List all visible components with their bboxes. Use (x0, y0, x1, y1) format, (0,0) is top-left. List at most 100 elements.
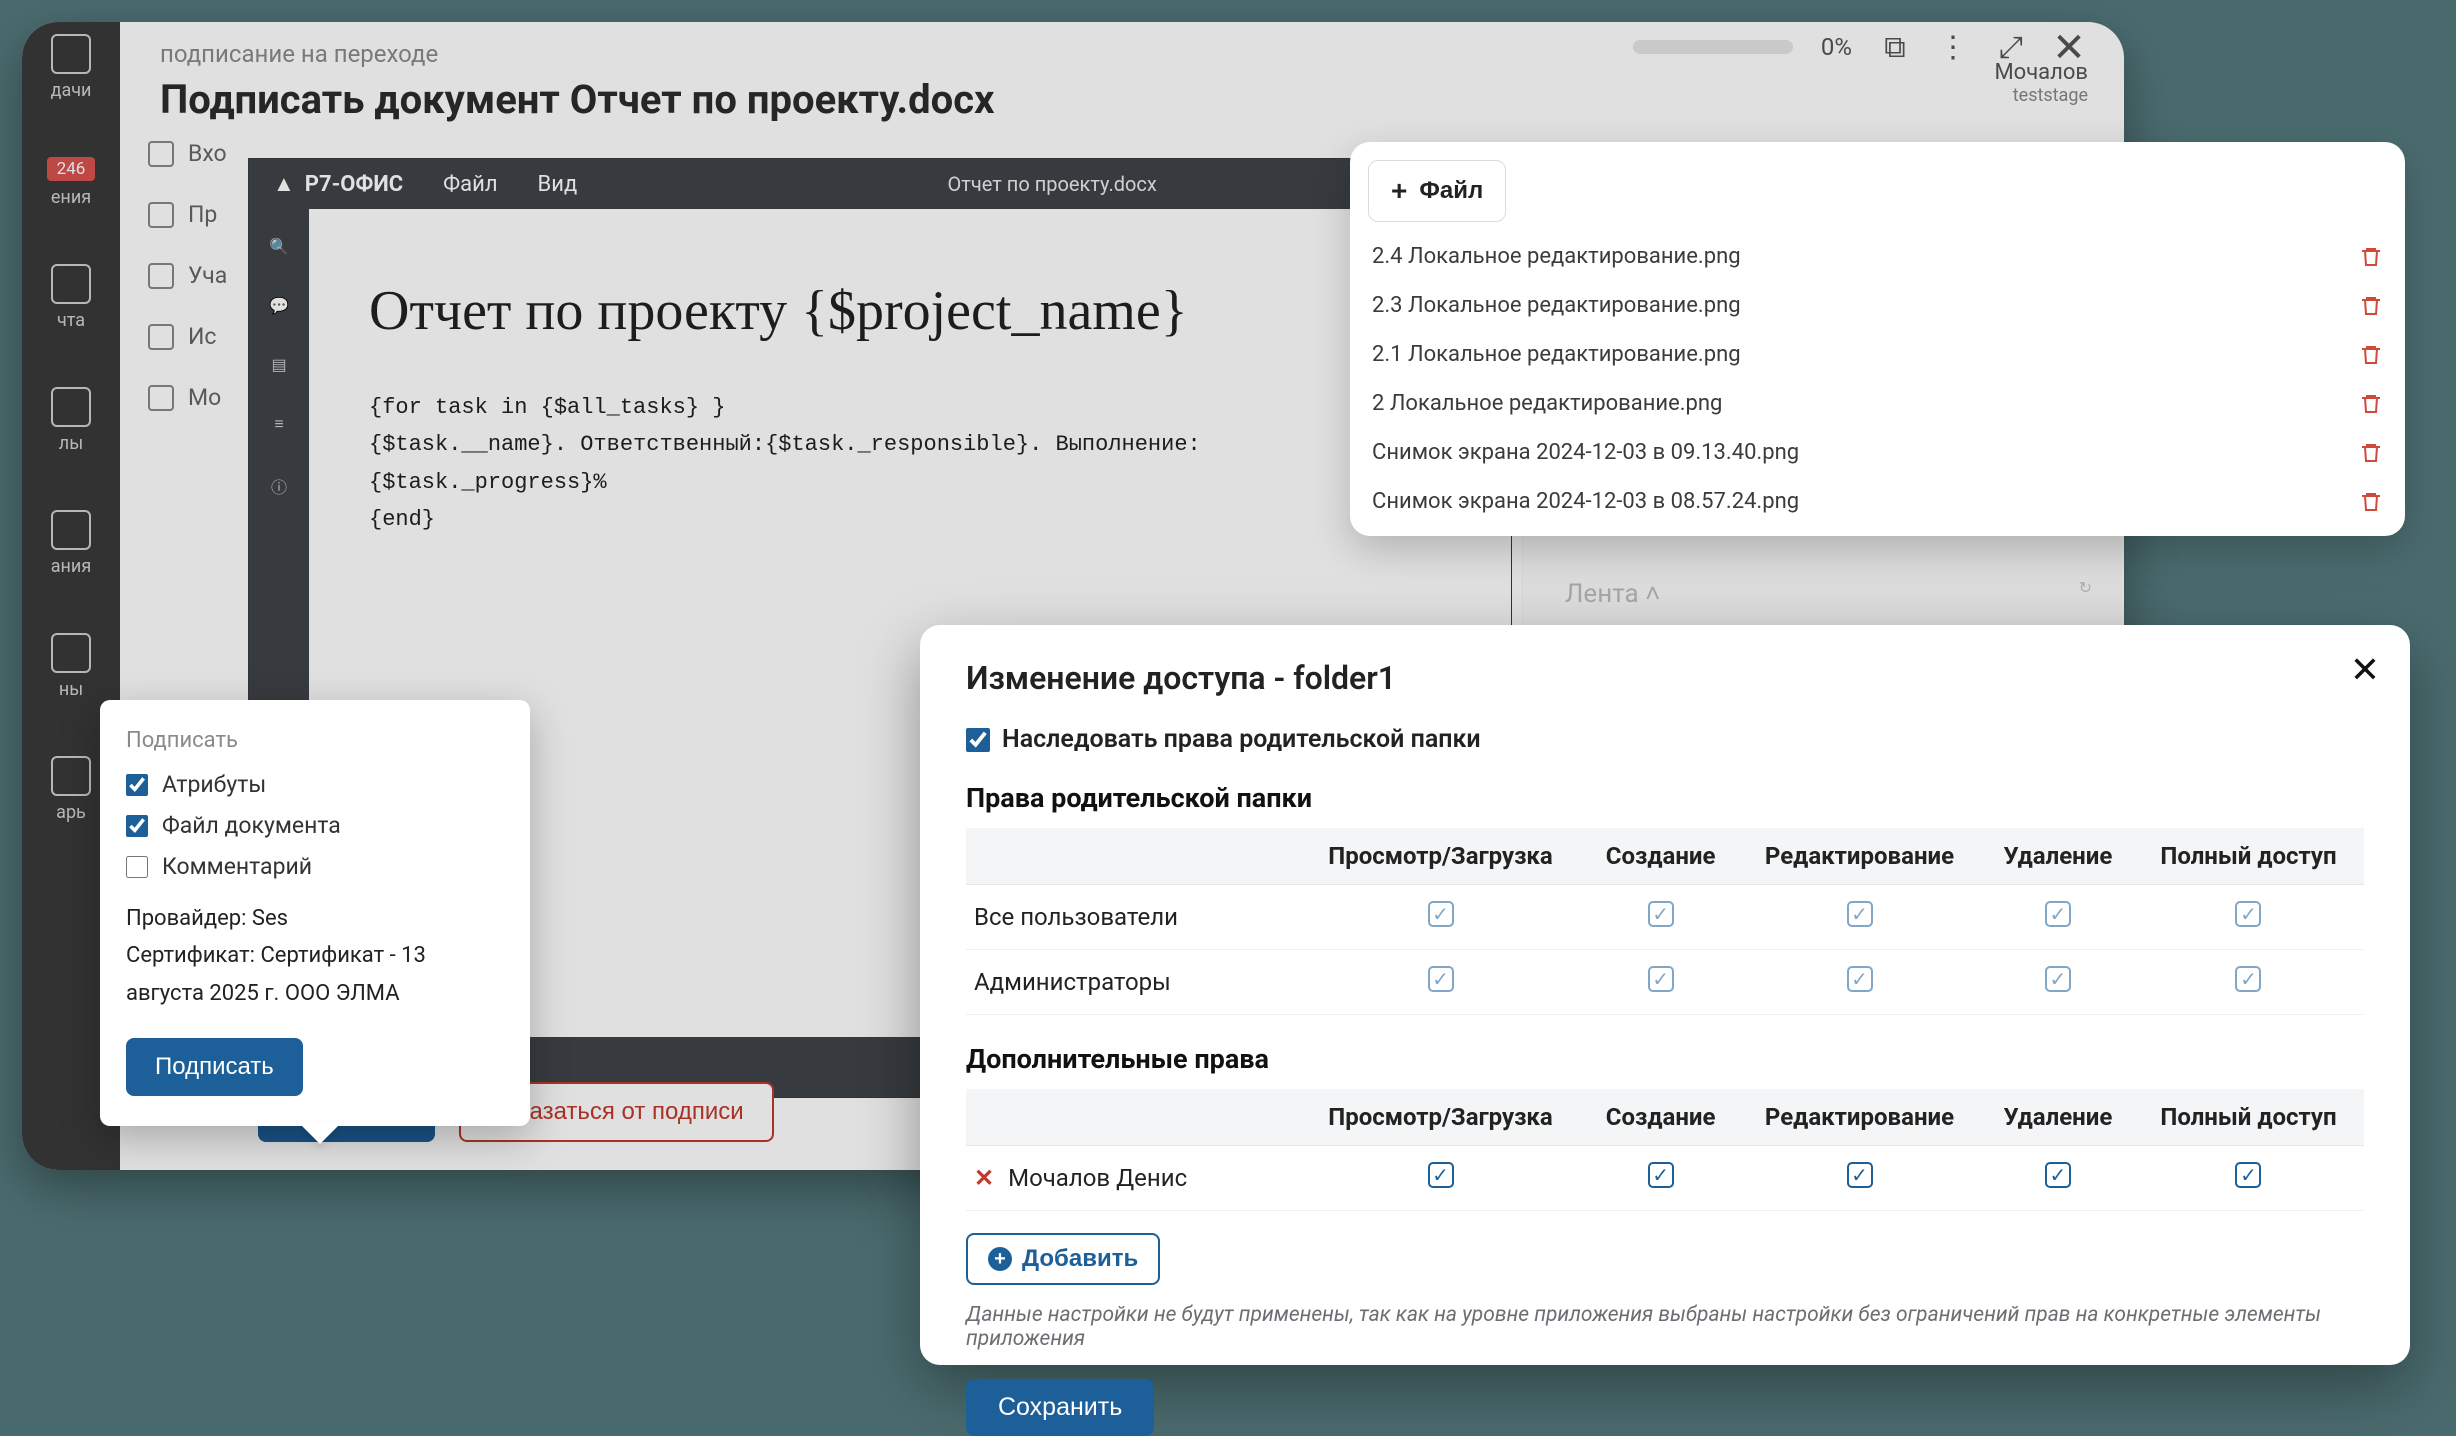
file-name[interactable]: 2.4 Локальное редактирование.png (1372, 244, 1741, 269)
modal-title: Изменение доступа - folder1 (966, 659, 2364, 697)
inherit-checkbox[interactable]: Наследовать права родительской папки (966, 725, 2364, 754)
rail-item[interactable]: арь (51, 756, 91, 823)
plus-circle-icon: + (988, 1247, 1012, 1271)
add-permission-button[interactable]: + Добавить (966, 1233, 1160, 1285)
file-name[interactable]: 2 Локальное редактирование.png (1372, 391, 1722, 416)
perm-col-header: Полный доступ (2133, 828, 2364, 885)
delete-file-button[interactable] (2359, 490, 2383, 514)
rail-item[interactable]: дачи (51, 34, 92, 101)
file-list: 2.4 Локальное редактирование.png 2.3 Лока… (1368, 232, 2387, 526)
remove-row-button[interactable]: ✕ (974, 1164, 994, 1192)
rail-item[interactable]: ания (51, 510, 91, 577)
expand-icon[interactable]: ⤢ (1996, 32, 2026, 62)
chk-docfile[interactable]: Файл документа (126, 812, 504, 839)
doc-body: {for task in {$all_tasks} } {$task.__nam… (369, 389, 1451, 539)
perm-checkbox (1428, 966, 1454, 992)
chk-attributes[interactable]: Атрибуты (126, 771, 504, 798)
perm-checkbox[interactable] (1428, 1162, 1454, 1188)
user-name: Мочалов (1994, 60, 2088, 85)
menu-view[interactable]: Вид (538, 172, 578, 197)
perm-checkbox (2045, 966, 2071, 992)
paragraph-icon[interactable]: ≡ (274, 414, 283, 434)
file-panel: + Файл 2.4 Локальное редактирование.png2… (1350, 142, 2405, 536)
book-icon[interactable]: ⧉ (1880, 32, 1910, 62)
doc-heading: Отчет по проекту {$project_name} (369, 279, 1451, 343)
perm-checkbox[interactable] (2235, 1162, 2261, 1188)
rail-item[interactable]: чта (51, 264, 91, 331)
popover-sign-button[interactable]: Подписать (126, 1038, 303, 1096)
perm-col-header: Удаление (1983, 1089, 2133, 1146)
nav-item[interactable]: Мо (148, 384, 227, 411)
perm-col-header: Создание (1585, 1089, 1736, 1146)
nav-item[interactable]: Вхо (148, 140, 227, 167)
popover-info: Провайдер: Ses Сертификат: Сертификат - … (126, 900, 504, 1012)
page-title: Подписать документ Отчет по проекту.docx (160, 76, 2084, 123)
perm-checkbox[interactable] (1648, 1162, 1674, 1188)
delete-file-button[interactable] (2359, 392, 2383, 416)
perm-col-header: Удаление (1983, 828, 2133, 885)
perm-col-header: Редактирование (1736, 1089, 1983, 1146)
comments-icon[interactable]: 💬 (269, 296, 289, 315)
close-icon[interactable]: ✕ (2054, 32, 2084, 62)
file-name[interactable]: Снимок экрана 2024-12-03 в 09.13.40.png (1372, 440, 1799, 465)
chevron-up-icon: ˄ (1645, 579, 1660, 609)
info-icon[interactable]: ⓘ (271, 474, 287, 498)
close-icon[interactable]: ✕ (2350, 649, 2380, 691)
perm-col-header: Полный доступ (2133, 1089, 2364, 1146)
user-chip[interactable]: Мочалов teststage (1994, 60, 2088, 106)
progress-bar (1633, 40, 1793, 54)
extra-rights-table: Просмотр/ЗагрузкаСозданиеРедактированиеУ… (966, 1089, 2364, 1211)
menu-file[interactable]: Файл (443, 172, 497, 197)
file-name[interactable]: Снимок экрана 2024-12-03 в 08.57.24.png (1372, 489, 1799, 514)
file-name[interactable]: 2.1 Локальное редактирование.png (1372, 342, 1741, 367)
nav-item[interactable]: Уча (148, 262, 227, 289)
perm-col-header: Создание (1585, 828, 1736, 885)
perm-row-name: Все пользователи (966, 885, 1296, 950)
file-row: Снимок экрана 2024-12-03 в 08.57.24.png (1368, 477, 2387, 526)
perm-checkbox[interactable] (1847, 1162, 1873, 1188)
perm-row-name: ✕Мочалов Денис (966, 1146, 1296, 1211)
parent-rights-heading: Права родительской папки (966, 782, 2364, 814)
save-button[interactable]: Сохранить (966, 1379, 1154, 1436)
rail-item[interactable]: лы (51, 387, 91, 454)
more-icon[interactable]: ⋮ (1938, 32, 1968, 62)
perm-checkbox (1648, 901, 1674, 927)
perm-checkbox (1847, 901, 1873, 927)
settings-note: Данные настройки не будут применены, так… (966, 1303, 2364, 1351)
delete-file-button[interactable] (2359, 245, 2383, 269)
user-sub: teststage (1994, 85, 2088, 106)
perm-row: Администраторы (966, 950, 2364, 1015)
nav-item[interactable]: Пр (148, 201, 227, 228)
perm-row-name: Администраторы (966, 950, 1296, 1015)
refresh-icon[interactable]: ↻ (2079, 578, 2092, 597)
nav-item[interactable]: Ис (148, 323, 227, 350)
rail-item[interactable]: 246ения (47, 157, 96, 208)
feed-label[interactable]: Лента ˄ (1565, 578, 1660, 609)
perm-checkbox (2045, 901, 2071, 927)
plus-icon: + (1391, 175, 1407, 207)
brand: ▲ Р7-ОФИС (273, 171, 403, 197)
rail-item[interactable]: ны (51, 633, 91, 700)
file-row: Снимок экрана 2024-12-03 в 09.13.40.png (1368, 428, 2387, 477)
add-file-button[interactable]: + Файл (1368, 160, 1506, 222)
chk-comment[interactable]: Комментарий (126, 853, 504, 880)
perm-checkbox (1648, 966, 1674, 992)
delete-file-button[interactable] (2359, 441, 2383, 465)
secondary-nav: Вхо Пр Уча Ис Мо (148, 140, 227, 411)
perm-col-header: Просмотр/Загрузка (1296, 1089, 1585, 1146)
perm-checkbox[interactable] (2045, 1162, 2071, 1188)
headings-icon[interactable]: ▤ (271, 355, 286, 374)
access-modal: Изменение доступа - folder1 ✕ Наследоват… (920, 625, 2410, 1365)
docviewer-toolbar: ▲ Р7-ОФИС Файл Вид Отчет по проекту.docx (249, 159, 1511, 209)
popover-title: Подписать (126, 728, 504, 753)
file-name[interactable]: 2.3 Локальное редактирование.png (1372, 293, 1741, 318)
perm-checkbox (1428, 901, 1454, 927)
delete-file-button[interactable] (2359, 294, 2383, 318)
perm-col-header: Просмотр/Загрузка (1296, 828, 1585, 885)
perm-checkbox (2235, 966, 2261, 992)
perm-row: Все пользователи (966, 885, 2364, 950)
doc-filename: Отчет по проекту.docx (947, 172, 1156, 196)
delete-file-button[interactable] (2359, 343, 2383, 367)
page-header: подписание на переходе Подписать докумен… (120, 22, 2124, 123)
search-icon[interactable]: 🔍 (269, 237, 289, 256)
